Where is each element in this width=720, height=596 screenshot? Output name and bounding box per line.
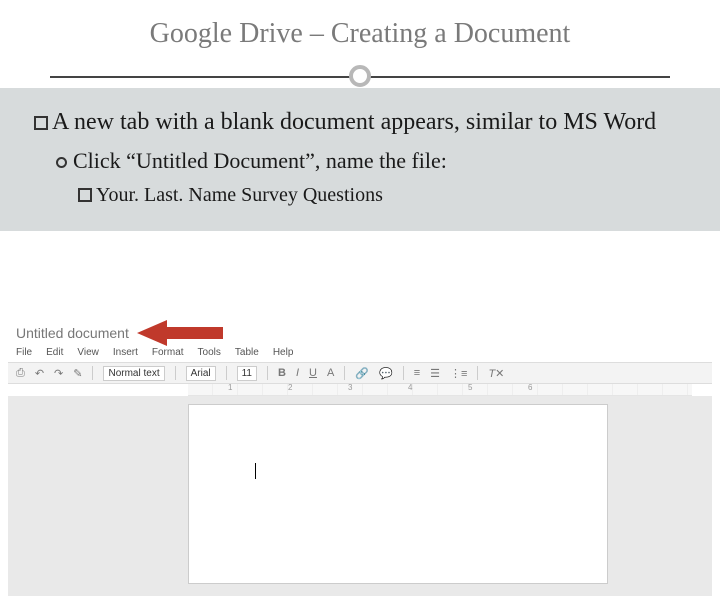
toolbar-separator — [175, 366, 176, 380]
doc-title-row: Untitled document — [8, 320, 712, 344]
ruler-mark: 1 — [228, 383, 232, 392]
slide: Google Drive – Creating a Document A new… — [0, 0, 720, 540]
arrow-head-icon — [137, 320, 167, 346]
doc-menu-bar: File Edit View Insert Format Tools Table… — [8, 344, 712, 362]
divider-circle-icon — [349, 65, 371, 87]
doc-ruler[interactable]: 1 2 3 4 5 6 — [188, 384, 692, 396]
italic-button[interactable]: I — [296, 367, 299, 379]
menu-view[interactable]: View — [77, 347, 99, 358]
circle-bullet-icon — [56, 157, 67, 168]
align-left-icon[interactable]: ≡ — [414, 367, 420, 379]
bullet-l3-text: Your. Last. Name Survey Questions — [96, 184, 383, 206]
menu-table[interactable]: Table — [235, 347, 259, 358]
toolbar-separator — [403, 366, 404, 380]
title-divider — [50, 64, 670, 88]
underline-button[interactable]: U — [309, 367, 317, 379]
bullet-level-1: A new tab with a blank document appears,… — [34, 106, 686, 138]
bullet-level-3: Your. Last. Name Survey Questions — [78, 181, 686, 209]
red-arrow-icon — [137, 322, 223, 344]
bullet-level-2: Click “Untitled Document”, name the file… — [56, 146, 686, 177]
toolbar-separator — [226, 366, 227, 380]
menu-insert[interactable]: Insert — [113, 347, 138, 358]
square-bullet-icon — [78, 188, 92, 202]
clear-formatting-icon[interactable]: T✕ — [488, 367, 504, 380]
ruler-mark: 3 — [348, 383, 352, 392]
ruler-mark: 6 — [528, 383, 532, 392]
undo-icon[interactable]: ↶ — [35, 367, 44, 380]
slide-title: Google Drive – Creating a Document — [40, 18, 680, 50]
toolbar-separator — [344, 366, 345, 380]
ruler-mark: 2 — [288, 383, 292, 392]
doc-canvas — [8, 396, 712, 596]
link-icon[interactable]: 🔗 — [355, 367, 369, 380]
redo-icon[interactable]: ↷ — [54, 367, 63, 380]
font-select[interactable]: Arial — [186, 366, 216, 381]
ruler-mark: 5 — [468, 383, 472, 392]
bullet-l2-text: Click “Untitled Document”, name the file… — [73, 148, 447, 173]
text-cursor-icon — [255, 463, 256, 479]
bold-button[interactable]: B — [278, 367, 286, 379]
doc-toolbar: ⎙ ↶ ↷ ✎ Normal text Arial 11 B I U A 🔗 💬… — [8, 362, 712, 384]
docs-screenshot: Untitled document File Edit View Insert … — [8, 320, 712, 540]
menu-format[interactable]: Format — [152, 347, 184, 358]
square-bullet-icon — [34, 116, 48, 130]
ruler-mark: 4 — [408, 383, 412, 392]
toolbar-separator — [477, 366, 478, 380]
bulleted-list-icon[interactable]: ⋮≡ — [450, 367, 467, 380]
comment-icon[interactable]: 💬 — [379, 367, 393, 380]
doc-title[interactable]: Untitled document — [16, 325, 129, 341]
arrow-body-icon — [167, 327, 223, 339]
doc-page[interactable] — [188, 404, 608, 584]
slide-body: A new tab with a blank document appears,… — [0, 88, 720, 231]
toolbar-separator — [92, 366, 93, 380]
menu-tools[interactable]: Tools — [198, 347, 221, 358]
toolbar-separator — [267, 366, 268, 380]
font-size-select[interactable]: 11 — [237, 366, 257, 381]
title-area: Google Drive – Creating a Document — [0, 0, 720, 88]
text-color-button[interactable]: A — [327, 367, 334, 379]
menu-edit[interactable]: Edit — [46, 347, 63, 358]
menu-file[interactable]: File — [16, 347, 32, 358]
line-spacing-icon[interactable]: ☰ — [430, 367, 440, 380]
menu-help[interactable]: Help — [273, 347, 294, 358]
paint-format-icon[interactable]: ✎ — [73, 367, 82, 380]
print-icon[interactable]: ⎙ — [16, 367, 25, 380]
style-select[interactable]: Normal text — [103, 366, 164, 381]
bullet-l1-text: A new tab with a blank document appears,… — [52, 109, 656, 135]
